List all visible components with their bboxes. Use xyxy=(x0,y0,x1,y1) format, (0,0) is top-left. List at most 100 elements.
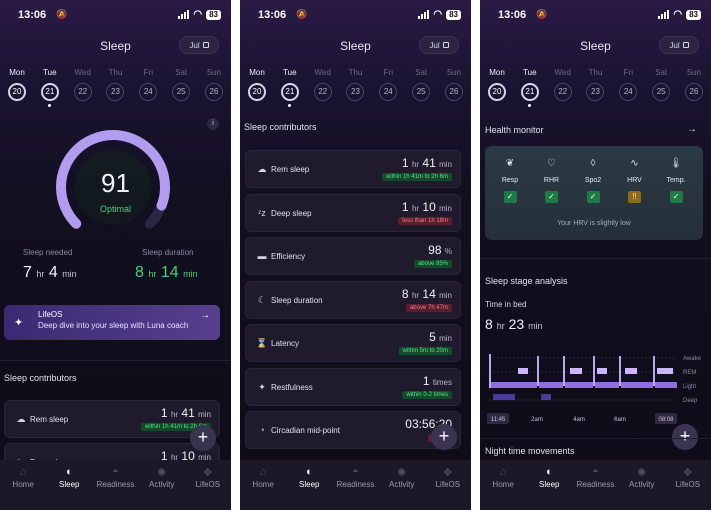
contributor-value: 1 hr 41 min xyxy=(161,406,211,420)
selected-dot xyxy=(48,104,52,107)
mute-bell-icon: 🔕 xyxy=(536,9,548,19)
contributor-card[interactable]: ☁ Rem sleep 1 hr 41 min within 1h 41m to 2h… xyxy=(245,150,461,188)
day-fri[interactable]: Fri 24 xyxy=(374,68,402,107)
contributor-label: Circadian mid-point xyxy=(271,426,340,435)
time-label-4am: 4am xyxy=(573,417,585,423)
status-bar: 13:06 🔕 ◠ 83 xyxy=(258,9,461,23)
nav-home[interactable]: ⌂ Home xyxy=(1,465,45,510)
day-wed[interactable]: Wed 22 xyxy=(309,68,337,107)
contributor-value: 1 hr 10 min xyxy=(402,200,452,214)
stage-label-awake: Awake xyxy=(683,356,702,362)
status-check-icon: ✓ xyxy=(669,191,683,203)
day-date: 21 xyxy=(280,83,299,101)
contributor-card[interactable]: ☁ Rem sleep 1 hr 41 min within 1h 41m to 2h… xyxy=(4,400,220,438)
day-wed[interactable]: Wed 22 xyxy=(69,68,97,107)
sleep-icon: ◐ xyxy=(305,466,313,478)
day-name: Mon xyxy=(9,68,25,77)
nav-readiness[interactable]: ◓ Readiness xyxy=(93,465,137,510)
day-thu[interactable]: Thu 23 xyxy=(341,68,369,107)
contributor-card[interactable]: ✦ Restfulness 1 times within 0-2 times xyxy=(245,367,461,406)
day-sun[interactable]: Sun 26 xyxy=(200,68,228,107)
nav-sleep[interactable]: ◐ Sleep xyxy=(527,465,571,510)
week-strip: Mon 20 Tue 21 Wed 22 Thu 23 Fri 24 Sat 25 Sun 26 xyxy=(483,68,708,107)
metric-label: Resp xyxy=(501,177,519,184)
day-sun[interactable]: Sun 26 xyxy=(440,68,468,107)
day-thu[interactable]: Thu 23 xyxy=(581,68,609,107)
add-button[interactable]: + xyxy=(190,425,216,451)
calendar-icon xyxy=(202,42,209,48)
day-sun[interactable]: Sun 26 xyxy=(680,68,708,107)
contributor-value: 98 % xyxy=(428,243,452,257)
nav-lifeos[interactable]: ❖ LifeOS xyxy=(426,465,470,510)
contributor-label: Sleep duration xyxy=(271,295,323,305)
phone-screen-overview: 13:06 🔕 ◠ 83 Sleep Jul Mon 20 Tue 21 Wed 22 Th… xyxy=(0,0,231,510)
hypnogram-chart: Awake REM Light Deep 11:45 2am 4am 6am 0… xyxy=(487,354,702,424)
nav-home[interactable]: ⌂ Home xyxy=(241,465,285,510)
nav-home[interactable]: ⌂ Home xyxy=(481,465,525,510)
day-wed[interactable]: Wed 22 xyxy=(549,68,577,107)
contributor-card[interactable]: ᶻz Deep sleep 1 hr 10 min less than 1h 18m xyxy=(245,193,461,232)
bottom-nav: ⌂ Home ◐ Sleep ◓ Readiness ✺ Activity ❖ LifeOS xyxy=(480,460,711,510)
mute-bell-icon: 🔕 xyxy=(296,9,308,19)
metric-rhr[interactable]: ♡ RHR ✓ xyxy=(535,158,569,203)
metric-spo2[interactable]: ◊ Spo2 ✓ xyxy=(576,158,610,203)
metric-resp[interactable]: ❦ Resp ✓ xyxy=(493,158,527,203)
status-check-icon: ✓ xyxy=(545,191,558,203)
day-name: Fri xyxy=(383,68,393,77)
day-date: 24 xyxy=(619,83,638,101)
lifeos-coach-banner[interactable]: ✦ LifeOS Deep dive into your sleep with … xyxy=(4,305,220,340)
wifi-icon: ◠ xyxy=(433,9,443,20)
metric-temp[interactable]: 🌡 Temp. ✓ xyxy=(659,158,693,203)
nav-lifeos[interactable]: ❖ LifeOS xyxy=(666,465,710,510)
day-mon[interactable]: Mon 20 xyxy=(3,68,31,107)
nav-label: LifeOS xyxy=(675,480,701,489)
battery-level: 83 xyxy=(686,9,701,20)
month-label: Jul xyxy=(189,40,200,50)
month-picker[interactable]: Jul xyxy=(179,36,219,54)
selected-dot xyxy=(288,104,292,107)
contributor-card[interactable]: ⌛ Latency 5 min within 5m to 20m xyxy=(245,324,461,362)
contributor-value: 1 hr 41 min xyxy=(402,156,452,170)
contributor-card[interactable]: ▬ Efficiency 98 % above 85% xyxy=(245,237,461,275)
day-mon[interactable]: Mon 20 xyxy=(483,68,511,107)
health-monitor-card[interactable]: ❦ Resp ✓ ♡ RHR ✓ ◊ Spo2 ✓ ∿ HRV!! 🌡 Temp. ✓ Your HRV … xyxy=(485,146,703,240)
value-unit: times xyxy=(432,377,452,387)
add-button[interactable]: + xyxy=(431,424,457,450)
value-main: 1 xyxy=(160,406,168,420)
contributor-card[interactable]: ◔Circadian mid-point03:56:20above xyxy=(245,411,461,449)
value-unit: min xyxy=(439,160,452,169)
day-tue[interactable]: Tue 21 xyxy=(276,68,304,107)
nav-activity[interactable]: ✺ Activity xyxy=(380,465,424,510)
day-sat[interactable]: Sat 25 xyxy=(647,68,675,107)
day-tue[interactable]: Tue 21 xyxy=(36,68,64,107)
nav-readiness[interactable]: ◓ Readiness xyxy=(333,465,377,510)
metric-label: Spo2 xyxy=(584,177,602,184)
nav-readiness[interactable]: ◓ Readiness xyxy=(573,465,617,510)
contributor-badge: within 5m to 20m xyxy=(398,347,452,355)
month-picker[interactable]: Jul xyxy=(419,36,459,54)
nav-activity[interactable]: ✺ Activity xyxy=(620,465,664,510)
day-date: 21 xyxy=(520,83,539,101)
day-tue[interactable]: Tue 21 xyxy=(516,68,544,107)
day-date: 24 xyxy=(139,83,158,101)
day-sat[interactable]: Sat 25 xyxy=(407,68,435,107)
add-button[interactable]: + xyxy=(672,424,698,450)
day-date: 22 xyxy=(553,83,572,101)
metric-hrv[interactable]: ∿ HRV!! xyxy=(618,158,652,203)
sleep-icon: ◐ xyxy=(65,466,73,478)
info-icon[interactable]: i xyxy=(207,118,219,130)
contributor-card[interactable]: ☾ Sleep duration 8 hr 14 min above 7h 47m xyxy=(245,280,461,319)
month-picker[interactable]: Jul xyxy=(659,36,699,54)
day-fri[interactable]: Fri 24 xyxy=(614,68,642,107)
day-mon[interactable]: Mon 20 xyxy=(243,68,271,107)
day-thu[interactable]: Thu 23 xyxy=(101,68,129,107)
nav-sleep[interactable]: ◐ Sleep xyxy=(47,465,91,510)
nav-sleep[interactable]: ◐ Sleep xyxy=(287,465,331,510)
nav-activity[interactable]: ✺ Activity xyxy=(140,465,184,510)
day-fri[interactable]: Fri 24 xyxy=(134,68,162,107)
pulse-icon: ∿ xyxy=(630,158,639,169)
arrow-right-icon[interactable]: → xyxy=(687,124,697,135)
nav-lifeos[interactable]: ❖ LifeOS xyxy=(186,465,230,510)
day-sat[interactable]: Sat 25 xyxy=(167,68,195,107)
hourglass-icon: ⌛ xyxy=(256,338,268,348)
